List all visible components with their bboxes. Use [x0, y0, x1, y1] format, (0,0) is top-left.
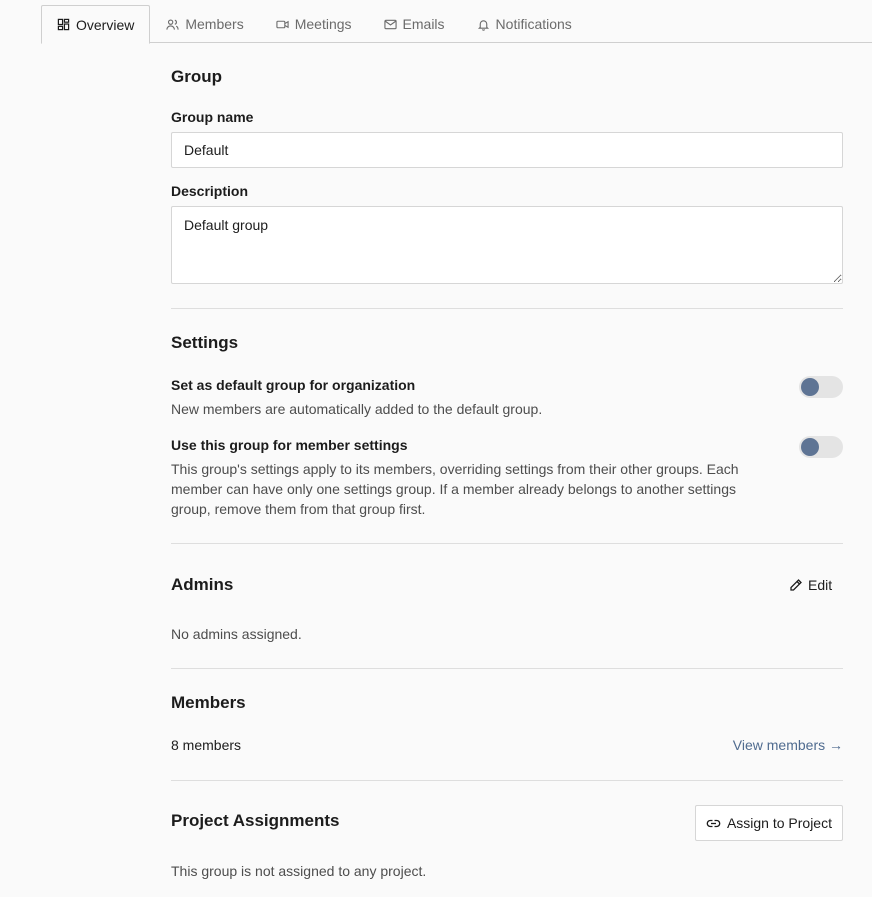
divider — [171, 308, 843, 309]
projects-empty-text: This group is not assigned to any projec… — [171, 863, 427, 879]
mail-icon — [383, 18, 397, 31]
member-settings-toggle[interactable] — [799, 436, 843, 458]
toggle-knob — [801, 438, 819, 456]
tab-label: Emails — [402, 16, 445, 32]
tab-overview[interactable]: Overview — [41, 5, 151, 44]
tab-meetings[interactable]: Meetings — [260, 5, 368, 43]
tab-label: Meetings — [294, 16, 352, 32]
toggle-knob — [801, 378, 819, 396]
edit-label: Edit — [808, 577, 833, 593]
default-group-description: New members are automatically added to t… — [171, 401, 543, 417]
settings-section-title: Settings — [171, 333, 239, 352]
group-name-label: Group name — [171, 109, 254, 125]
admins-empty-text: No admins assigned. — [171, 626, 302, 642]
tab-emails[interactable]: Emails — [368, 5, 461, 43]
users-icon — [166, 18, 179, 31]
members-count: 8 members — [171, 737, 242, 753]
projects-section-title: Project Assignments — [171, 811, 340, 830]
admins-section-title: Admins — [171, 575, 234, 594]
layout-icon — [57, 18, 70, 31]
member-settings-label: Use this group for member settings — [171, 437, 408, 453]
description-label: Description — [171, 183, 249, 199]
assign-to-project-button[interactable]: Assign to Project — [694, 805, 843, 841]
tab-notifications[interactable]: Notifications — [461, 5, 588, 43]
divider — [171, 543, 843, 544]
tab-label: Overview — [76, 16, 135, 33]
link-icon — [706, 816, 721, 831]
default-group-label: Set as default group for organization — [171, 377, 416, 393]
divider — [171, 780, 843, 781]
view-members-link[interactable]: View members → — [733, 737, 843, 753]
default-group-toggle[interactable] — [799, 376, 843, 398]
tab-label: Notifications — [495, 16, 572, 32]
tab-members[interactable]: Members — [150, 5, 259, 43]
bell-icon — [477, 18, 490, 31]
member-settings-description: This group's settings apply to its membe… — [171, 461, 739, 517]
group-section-title: Group — [171, 67, 222, 86]
divider — [171, 668, 843, 669]
members-section-title: Members — [171, 693, 246, 712]
description-textarea[interactable]: Default group — [171, 206, 843, 284]
assign-label: Assign to Project — [726, 815, 832, 831]
tab-bar: Overview Members Meetings Emails Notific… — [41, 5, 872, 44]
edit-admins-button[interactable]: Edit — [788, 577, 832, 593]
pencil-icon — [788, 578, 803, 593]
tab-label: Members — [185, 16, 244, 32]
group-name-input[interactable] — [171, 132, 843, 168]
video-icon — [276, 18, 289, 31]
